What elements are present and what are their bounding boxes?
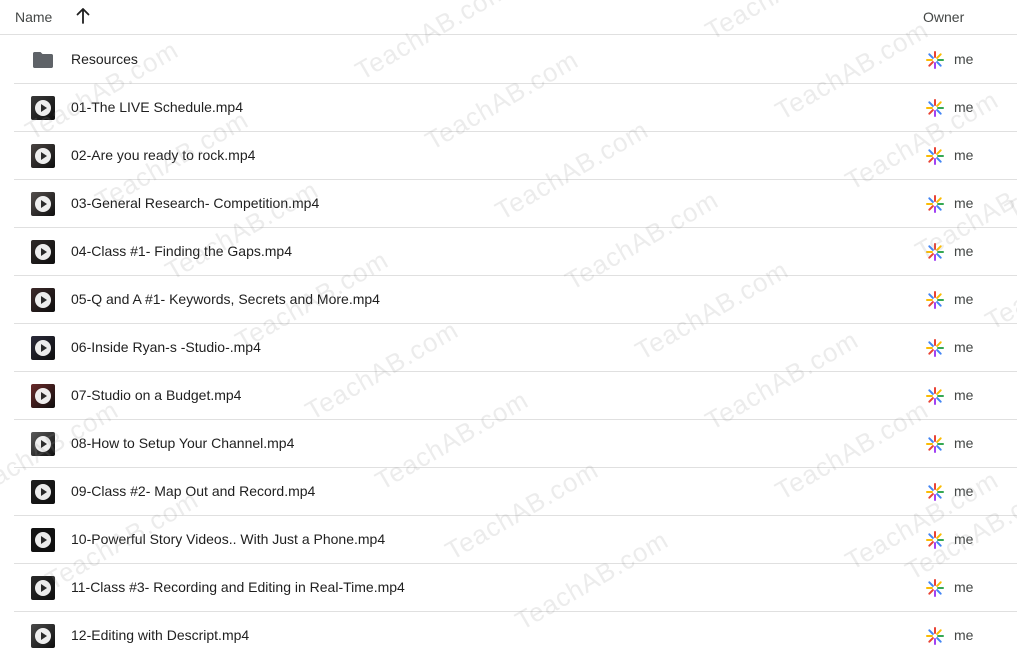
owner-label: me: [954, 531, 974, 547]
file-name[interactable]: 03-General Research- Competition.mp4: [71, 195, 319, 211]
file-row[interactable]: 04-Class #1- Finding the Gaps.mp4 me: [14, 228, 1017, 276]
play-icon: [35, 148, 51, 164]
owner-avatar-icon: [924, 97, 946, 119]
owner-label: me: [954, 147, 974, 163]
drive-file-list-page: Name Owner Resources me 01-The LIVE Schedu…: [0, 0, 1017, 658]
video-thumbnail-icon: [31, 96, 55, 120]
video-thumbnail-icon: [31, 288, 55, 312]
owner-avatar-icon: [924, 577, 946, 599]
play-icon: [35, 340, 51, 356]
owner-avatar-icon: [924, 529, 946, 551]
file-list: Resources me 01-The LIVE Schedule.mp4 me 02-…: [14, 36, 1017, 658]
list-header: Name Owner: [0, 0, 1017, 35]
owner-label: me: [954, 483, 974, 499]
owner-avatar-icon: [924, 385, 946, 407]
file-row[interactable]: 12-Editing with Descript.mp4 me: [14, 612, 1017, 658]
file-row[interactable]: 11-Class #3- Recording and Editing in Re…: [14, 564, 1017, 612]
video-thumbnail-icon: [31, 624, 55, 648]
video-thumbnail-icon: [31, 384, 55, 408]
sort-ascending-arrow-icon[interactable]: [75, 7, 91, 25]
owner-avatar-icon: [924, 337, 946, 359]
owner-label: me: [954, 291, 974, 307]
video-thumbnail-icon: [31, 576, 55, 600]
file-name[interactable]: Resources: [71, 51, 138, 67]
file-row[interactable]: 05-Q and A #1- Keywords, Secrets and Mor…: [14, 276, 1017, 324]
video-thumbnail-icon: [31, 240, 55, 264]
video-thumbnail-icon: [31, 528, 55, 552]
file-row[interactable]: 06-Inside Ryan-s -Studio-.mp4 me: [14, 324, 1017, 372]
owner-avatar-icon: [924, 145, 946, 167]
video-thumbnail-icon: [31, 480, 55, 504]
play-icon: [35, 580, 51, 596]
play-icon: [35, 532, 51, 548]
file-row[interactable]: 03-General Research- Competition.mp4 me: [14, 180, 1017, 228]
owner-avatar-icon: [924, 49, 946, 71]
file-row[interactable]: 10-Powerful Story Videos.. With Just a P…: [14, 516, 1017, 564]
file-name[interactable]: 12-Editing with Descript.mp4: [71, 627, 249, 643]
owner-avatar-icon: [924, 481, 946, 503]
file-row[interactable]: 09-Class #2- Map Out and Record.mp4 me: [14, 468, 1017, 516]
owner-avatar-icon: [924, 241, 946, 263]
video-thumbnail-icon: [31, 336, 55, 360]
file-name[interactable]: 02-Are you ready to rock.mp4: [71, 147, 255, 163]
play-icon: [35, 628, 51, 644]
file-name[interactable]: 07-Studio on a Budget.mp4: [71, 387, 241, 403]
play-icon: [35, 100, 51, 116]
play-icon: [35, 436, 51, 452]
owner-label: me: [954, 339, 974, 355]
owner-label: me: [954, 51, 974, 67]
owner-label: me: [954, 435, 974, 451]
play-icon: [35, 388, 51, 404]
owner-label: me: [954, 387, 974, 403]
file-row[interactable]: 07-Studio on a Budget.mp4 me: [14, 372, 1017, 420]
file-row[interactable]: 01-The LIVE Schedule.mp4 me: [14, 84, 1017, 132]
folder-row[interactable]: Resources me: [14, 36, 1017, 84]
owner-avatar-icon: [924, 193, 946, 215]
file-name[interactable]: 11-Class #3- Recording and Editing in Re…: [71, 579, 405, 595]
folder-icon: [31, 48, 55, 72]
play-icon: [35, 196, 51, 212]
file-name[interactable]: 06-Inside Ryan-s -Studio-.mp4: [71, 339, 261, 355]
owner-avatar-icon: [924, 289, 946, 311]
owner-avatar-icon: [924, 625, 946, 647]
video-thumbnail-icon: [31, 432, 55, 456]
file-name[interactable]: 10-Powerful Story Videos.. With Just a P…: [71, 531, 385, 547]
owner-avatar-icon: [924, 433, 946, 455]
play-icon: [35, 484, 51, 500]
play-icon: [35, 292, 51, 308]
file-name[interactable]: 05-Q and A #1- Keywords, Secrets and Mor…: [71, 291, 380, 307]
file-row[interactable]: 02-Are you ready to rock.mp4 me: [14, 132, 1017, 180]
owner-label: me: [954, 195, 974, 211]
owner-label: me: [954, 243, 974, 259]
owner-label: me: [954, 627, 974, 643]
play-icon: [35, 244, 51, 260]
file-name[interactable]: 01-The LIVE Schedule.mp4: [71, 99, 243, 115]
video-thumbnail-icon: [31, 144, 55, 168]
file-row[interactable]: 08-How to Setup Your Channel.mp4 me: [14, 420, 1017, 468]
video-thumbnail-icon: [31, 192, 55, 216]
file-name[interactable]: 08-How to Setup Your Channel.mp4: [71, 435, 294, 451]
file-name[interactable]: 09-Class #2- Map Out and Record.mp4: [71, 483, 315, 499]
column-header-owner[interactable]: Owner: [923, 9, 964, 25]
owner-label: me: [954, 579, 974, 595]
owner-label: me: [954, 99, 974, 115]
column-header-name[interactable]: Name: [15, 9, 52, 25]
file-name[interactable]: 04-Class #1- Finding the Gaps.mp4: [71, 243, 292, 259]
